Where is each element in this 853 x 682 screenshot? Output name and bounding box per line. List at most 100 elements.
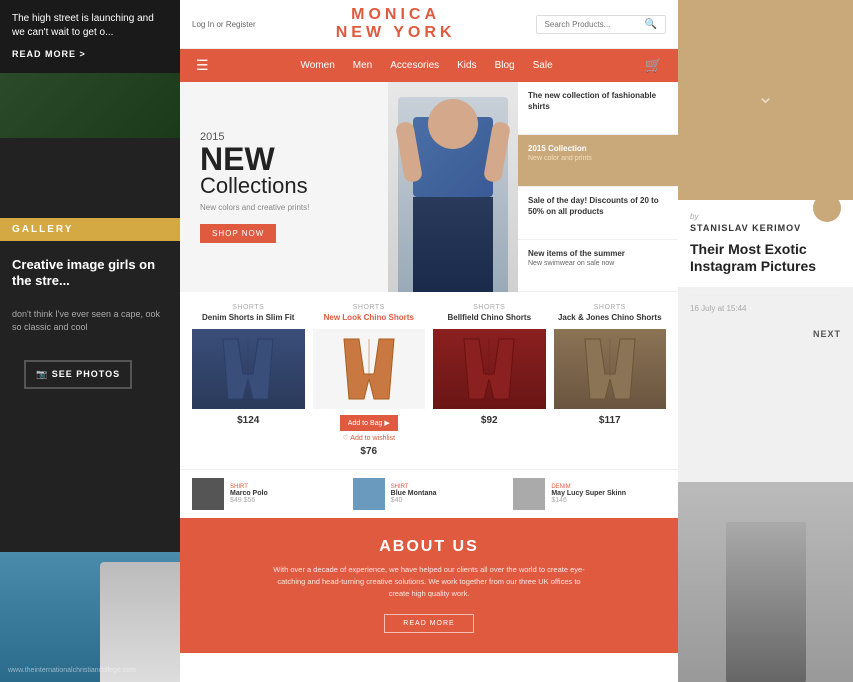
product-4-price: $117 (554, 415, 667, 426)
header-auth: Log In or Register (192, 20, 256, 29)
mini-3-price: $146 (551, 497, 626, 504)
hero-card-1-title: The new collection of fashionable shirts (528, 90, 668, 112)
mini-2-price: $40 (391, 497, 437, 504)
mini-1-price: $49 $56 (230, 497, 268, 504)
center-ecommerce-panel: Log In or Register MONICA NEW YORK 🔍 ☰ W… (180, 0, 678, 682)
register-link[interactable]: Register (226, 20, 256, 29)
see-photos-button[interactable]: 📷 SEE PHOTOS (24, 360, 132, 389)
hero-card-2: 2015 Collection New color and prints (518, 135, 678, 188)
hero-subtitle: New colors and creative prints! (200, 203, 368, 212)
nav-men[interactable]: Men (353, 60, 372, 71)
nav-kids[interactable]: Kids (457, 60, 476, 71)
right-bottom-image (678, 482, 853, 682)
nav-women[interactable]: Women (301, 60, 335, 71)
product-card-4: Shorts Jack & Jones Chino Shorts $117 (554, 304, 667, 457)
article-title: Their Most Exotic Instagram Pictures (690, 241, 841, 275)
left-headline: The high street is launching and we can'… (12, 12, 168, 40)
article-date: 16 July at 15:44 (678, 304, 853, 321)
hero-card-4-title: New items of the summer (528, 248, 668, 259)
product-1-category: Shorts (192, 304, 305, 311)
bottom-photo (678, 482, 853, 682)
hero-collections: Collections (200, 175, 368, 197)
product-3-category: Shorts (433, 304, 546, 311)
product-4-category: Shorts (554, 304, 667, 311)
camera-icon: 📷 (36, 369, 52, 379)
add-to-wishlist-link[interactable]: ♡ Add to wishlist (313, 434, 426, 442)
product-3-name: Bellfield Chino Shorts (433, 313, 546, 323)
hero-card-4-subtitle: New swimwear on sale now (528, 259, 668, 269)
site-logo: MONICA (336, 6, 456, 24)
gallery-label: GALLERY (0, 218, 180, 241)
hero-new-label: NEW (200, 141, 275, 177)
add-to-bag-button[interactable]: Add to Bag ▶ (340, 415, 398, 431)
product-3-image (433, 329, 546, 409)
hero-card-1: The new collection of fashionable shirts (518, 82, 678, 135)
product-2-name: New Look Chino Shorts (313, 313, 426, 323)
product-card-1: Shorts Denim Shorts in Slim Fit $124 (192, 304, 305, 457)
product-card-2: Shorts New Look Chino Shorts Add to Bag … (313, 304, 426, 457)
hero-text: 2015 NEW Collections New colors and crea… (180, 82, 388, 292)
mini-product-2: Shirt Blue Montana $40 (353, 478, 506, 510)
product-card-3: Shorts Bellfield Chino Shorts $92 (433, 304, 546, 457)
mini-1-name: Marco Polo (230, 490, 268, 497)
cart-icon[interactable]: 🛒 (645, 57, 662, 74)
product-2-image (313, 329, 426, 409)
mini-product-1-info: Shirt Marco Polo $49 $56 (230, 484, 268, 504)
right-article: by STANISLAV KERIMOV Their Most Exotic I… (678, 200, 853, 287)
hero-card-4: New items of the summer New swimwear on … (518, 240, 678, 293)
product-2-price: $76 (313, 446, 426, 457)
hero-card-2-title: 2015 Collection (528, 143, 668, 154)
nav-links: Women Men Accesories Kids Blog Sale (301, 60, 553, 71)
mini-3-name: May Lucy Super Skinn (551, 490, 626, 497)
search-box[interactable]: 🔍 (536, 15, 666, 34)
hero-cards: The new collection of fashionable shirts… (518, 82, 678, 292)
site-navigation: ☰ Women Men Accesories Kids Blog Sale 🛒 (180, 49, 678, 82)
products-grid: Shorts Denim Shorts in Slim Fit $124 Sho… (192, 304, 666, 457)
mini-product-1: Shirt Marco Polo $49 $56 (192, 478, 345, 510)
mini-product-3-image (513, 478, 545, 510)
left-sub-text: don't think I've ever seen a cape, ook s… (0, 308, 180, 333)
site-header: Log In or Register MONICA NEW YORK 🔍 (180, 0, 678, 49)
hero-card-3: Sale of the day! Discounts of 20 to 50% … (518, 187, 678, 240)
right-top-section: ⌄ (678, 0, 853, 200)
author-name: STANISLAV KERIMOV (690, 223, 841, 233)
shop-now-button[interactable]: SHOP NOW (200, 224, 276, 243)
product-1-image (192, 329, 305, 409)
left-top-content: The high street is launching and we can'… (0, 0, 180, 73)
product-1-name: Denim Shorts in Slim Fit (192, 313, 305, 323)
products-section: Shorts Denim Shorts in Slim Fit $124 Sho… (180, 292, 678, 469)
avatar (813, 194, 841, 222)
product-4-image (554, 329, 667, 409)
search-icon: 🔍 (645, 19, 657, 30)
product-2-category: Shorts (313, 304, 426, 311)
next-button[interactable]: NEXT (678, 321, 853, 347)
mini-product-2-info: Shirt Blue Montana $40 (391, 484, 437, 504)
nav-accesories[interactable]: Accesories (390, 60, 439, 71)
site-url: www.theinternationalchristiancollege.com (8, 667, 136, 674)
product-3-price: $92 (433, 415, 546, 426)
about-read-more-button[interactable]: READ MORE (384, 614, 473, 633)
left-read-more[interactable]: READ MORE > (12, 48, 168, 61)
hamburger-menu-icon[interactable]: ☰ (196, 57, 209, 74)
nav-sale[interactable]: Sale (533, 60, 553, 71)
chevron-down-icon: ⌄ (757, 84, 774, 109)
bottom-products-row: Shirt Marco Polo $49 $56 Shirt Blue Mont… (180, 469, 678, 518)
logo-tagline: NEW YORK (336, 24, 456, 41)
right-panel: ⌄ by STANISLAV KERIMOV Their Most Exotic… (678, 0, 853, 682)
mini-product-3: Denim May Lucy Super Skinn $146 (513, 478, 666, 510)
article-divider (690, 295, 841, 296)
left-creative-heading: Creative image girls on the stre... (0, 245, 180, 303)
about-section: ABOUT US With over a decade of experienc… (180, 518, 678, 653)
hero-model-image (388, 82, 518, 292)
mini-2-name: Blue Montana (391, 490, 437, 497)
product-4-name: Jack & Jones Chino Shorts (554, 313, 667, 323)
login-link[interactable]: Log In (192, 20, 214, 29)
about-title: ABOUT US (220, 538, 638, 556)
left-panel: The high street is launching and we can'… (0, 0, 180, 682)
nav-blog[interactable]: Blog (495, 60, 515, 71)
hero-card-3-title: Sale of the day! Discounts of 20 to 50% … (528, 195, 668, 217)
left-bottom-image: www.theinternationalchristiancollege.com (0, 552, 180, 682)
mini-product-1-image (192, 478, 224, 510)
search-input[interactable] (545, 20, 645, 29)
mini-product-3-info: Denim May Lucy Super Skinn $146 (551, 484, 626, 504)
